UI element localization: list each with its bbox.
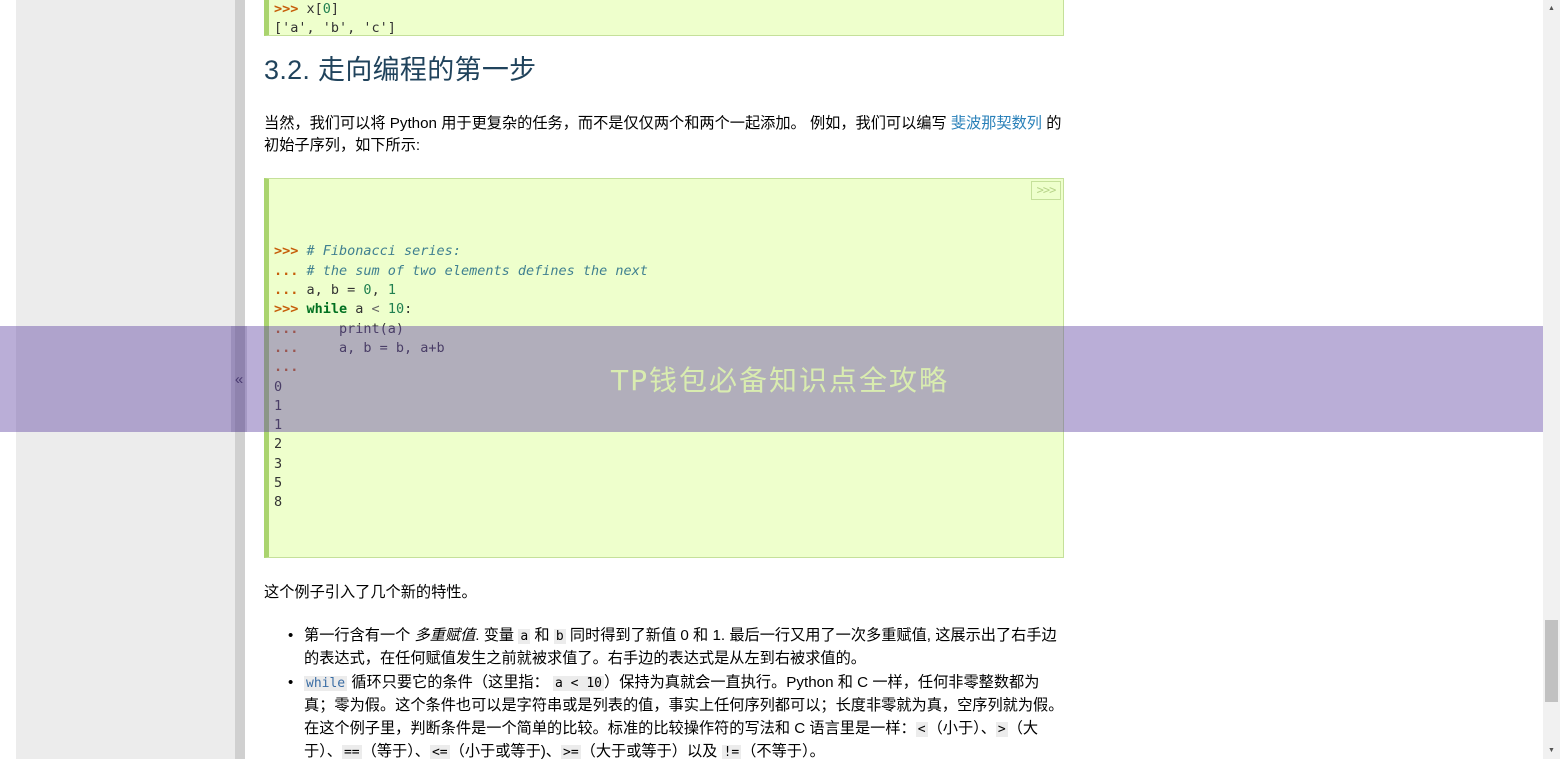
body-text: . 变量 xyxy=(475,626,519,644)
body-text: （小于）、 xyxy=(927,719,996,737)
inline-code: <= xyxy=(429,745,450,759)
code-segment: a xyxy=(347,301,372,318)
code-block-list-indexing: [['a', 'b', 'c'], [1, 2, 3]]>>> x[0]['a'… xyxy=(264,0,1064,36)
code-segment: ... xyxy=(274,262,307,279)
emphasis-text: 多重赋值 xyxy=(414,626,476,644)
code-segment: 3 xyxy=(274,455,283,472)
body-text: （等于）、 xyxy=(361,743,430,759)
code-segment: 10 xyxy=(387,301,405,318)
code-segment: 1 xyxy=(387,282,396,299)
body-text: （不等于）。 xyxy=(741,743,825,759)
page-root: [['a', 'b', 'c'], [1, 2, 3]]>>> x[0]['a'… xyxy=(0,0,1560,759)
inline-code: a < 10 xyxy=(553,676,604,692)
promo-collapse-icon[interactable]: « xyxy=(231,326,247,432)
code-line: >>> # Fibonacci series: xyxy=(274,242,1053,261)
code-segment: ] xyxy=(330,0,340,17)
list-item-multiple-assignment: 第一行含有一个 多重赋值. 变量 a 和 b 同时得到了新值 0 和 1. 最后… xyxy=(288,625,1069,671)
inline-code-keyword: while xyxy=(304,676,348,692)
scroll-up-arrow-icon[interactable]: ▲ xyxy=(1543,0,1560,17)
code-segment: ['a', 'b', 'c'] xyxy=(274,20,396,36)
code-segment: 2 xyxy=(274,436,283,453)
code-segment: >>> xyxy=(274,0,307,17)
code-line: 3 xyxy=(274,455,1053,474)
window-scrollbar[interactable]: ▲ ▼ xyxy=(1543,0,1560,759)
inline-code: a xyxy=(518,628,531,644)
inline-code: b xyxy=(553,628,566,644)
after-code-note: 这个例子引入了几个新的特性。 xyxy=(264,584,477,602)
fibonacci-link[interactable]: 斐波那契数列 xyxy=(951,115,1042,132)
code-line: >>> while a < 10: xyxy=(274,300,1053,319)
scrollbar-thumb[interactable] xyxy=(1545,620,1558,702)
promo-banner-text: TP钱包必备知识点全攻略 xyxy=(611,364,949,397)
code-segment: x[ xyxy=(306,0,323,17)
code-segment: 0 xyxy=(363,282,372,299)
inline-code: >= xyxy=(561,745,581,759)
code-line: >>> x[0] xyxy=(274,0,1053,19)
code-segment: < xyxy=(371,301,380,318)
code-line: ... a, b = 0, 1 xyxy=(274,281,1053,300)
inline-code: != xyxy=(721,745,742,759)
code-segment: : xyxy=(404,301,413,318)
code-line: 5 xyxy=(274,474,1053,493)
list-item-while-loop: while 循环只要它的条件（这里指： a < 10）保持为真就会一直执行。Py… xyxy=(288,672,1069,759)
feature-list: 第一行含有一个 多重赋值. 变量 a 和 b 同时得到了新值 0 和 1. 最后… xyxy=(264,625,1069,759)
body-text: 和 xyxy=(530,626,554,644)
code-line: ... # the sum of two elements defines th… xyxy=(274,262,1053,281)
inline-code: < xyxy=(915,721,928,737)
code-lines-top: [['a', 'b', 'c'], [1, 2, 3]]>>> x[0]['a'… xyxy=(274,0,1053,36)
code-segment: , xyxy=(371,282,388,299)
intro-text-1: 当然，我们可以将 Python 用于更复杂的任务，而不是仅仅两个和两个一起添加。… xyxy=(264,115,951,132)
code-segment: >>> xyxy=(274,301,307,318)
intro-paragraph: 当然，我们可以将 Python 用于更复杂的任务，而不是仅仅两个和两个一起添加。… xyxy=(264,113,1069,158)
body-text: （大于或等于）以及 xyxy=(580,743,722,759)
code-line: 2 xyxy=(274,435,1053,454)
code-segment: a, b = xyxy=(306,282,364,299)
inline-code: > xyxy=(995,721,1008,737)
code-segment: 8 xyxy=(274,494,283,511)
body-text: 循环只要它的条件（这里指： xyxy=(347,674,554,692)
page-title: 3.2. 走向编程的第一步 xyxy=(264,55,537,85)
body-text: （小于或等于)、 xyxy=(449,743,561,759)
promo-banner[interactable]: « TP钱包必备知识点全攻略 xyxy=(0,326,1560,432)
inline-code: == xyxy=(341,745,362,759)
code-segment: # Fibonacci series: xyxy=(306,243,461,260)
code-segment: ... xyxy=(274,282,307,299)
body-text: 第一行含有一个 xyxy=(304,626,415,644)
code-segment: while xyxy=(306,301,348,318)
scroll-down-arrow-icon[interactable]: ▼ xyxy=(1543,742,1560,759)
code-segment: # the sum of two elements defines the ne… xyxy=(306,262,648,279)
code-segment: 5 xyxy=(274,475,283,492)
code-line: 8 xyxy=(274,493,1053,512)
code-segment: >>> xyxy=(274,243,307,260)
code-line: ['a', 'b', 'c'] xyxy=(274,19,1053,36)
toggle-prompts-button[interactable]: >>> xyxy=(1031,180,1061,200)
code-segment: 0 xyxy=(322,0,331,17)
